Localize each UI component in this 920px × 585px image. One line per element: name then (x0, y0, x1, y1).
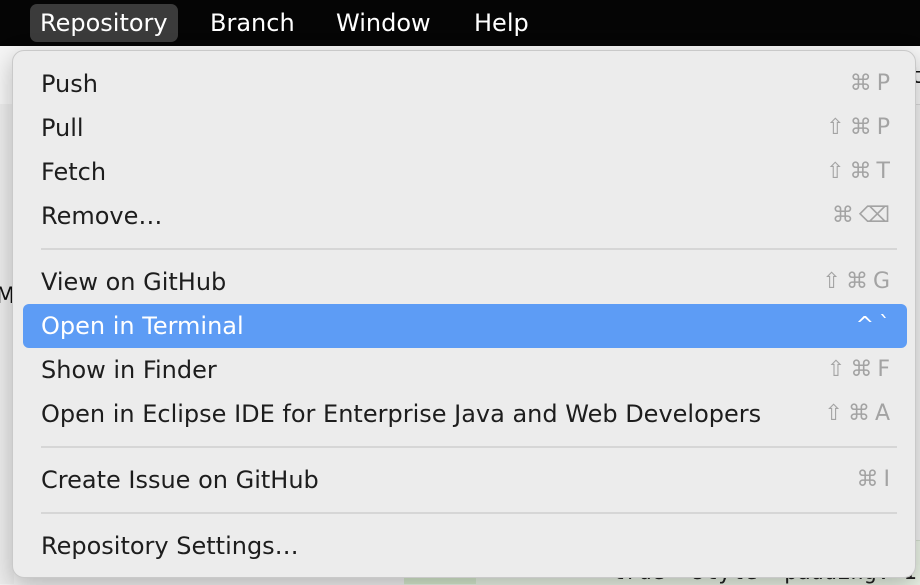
menu-item-push[interactable]: Push ⌘P (23, 62, 907, 106)
keyboard-shortcut: ⌘I (856, 467, 895, 492)
menu-item-label: Show in Finder (41, 356, 217, 384)
keyboard-shortcut: ⇧⌘A (824, 401, 895, 426)
menu-item-label: Open in Terminal (41, 312, 244, 340)
menu-item-label: Push (41, 70, 98, 98)
menu-item-label: Repository Settings… (41, 532, 299, 560)
menu-item-create-issue-on-github[interactable]: Create Issue on GitHub ⌘I (23, 458, 907, 502)
menubar-item-branch[interactable]: Branch (200, 4, 305, 42)
keyboard-shortcut: ⇧⌘G (822, 269, 895, 294)
keyboard-shortcut: ⇧⌘P (826, 115, 895, 140)
keyboard-shortcut: ⌘P (849, 71, 895, 96)
menu-item-label: Create Issue on GitHub (41, 466, 319, 494)
menu-item-fetch[interactable]: Fetch ⇧⌘T (23, 150, 907, 194)
menubar-item-repository[interactable]: Repository (30, 4, 178, 42)
menu-item-pull[interactable]: Pull ⇧⌘P (23, 106, 907, 150)
menu-item-label: Pull (41, 114, 84, 142)
menu-item-view-on-github[interactable]: View on GitHub ⇧⌘G (23, 260, 907, 304)
menu-separator (41, 512, 897, 514)
menu-item-show-in-finder[interactable]: Show in Finder ⇧⌘F (23, 348, 907, 392)
menu-item-label: Open in Eclipse IDE for Enterprise Java … (41, 400, 762, 428)
repository-menu: Push ⌘P Pull ⇧⌘P Fetch ⇧⌘T Remove… ⌘⌫ View on Gi… (12, 50, 916, 578)
menu-item-label: View on GitHub (41, 268, 227, 296)
menu-item-label: Fetch (41, 158, 107, 186)
menubar-item-window[interactable]: Window (326, 4, 441, 42)
menubar-item-help[interactable]: Help (464, 4, 539, 42)
menu-item-open-in-eclipse-ide-for-enterprise-java-and-web-developers[interactable]: Open in Eclipse IDE for Enterprise Java … (23, 392, 907, 436)
menu-item-repository-settings[interactable]: Repository Settings… (23, 524, 907, 568)
menu-item-label: Remove… (41, 202, 163, 230)
menu-separator (41, 248, 897, 250)
menu-bar: Repository Branch Window Help (0, 0, 920, 46)
menu-separator (41, 446, 897, 448)
keyboard-shortcut: ^` (855, 313, 895, 338)
keyboard-shortcut: ⇧⌘T (826, 159, 895, 184)
menu-item-remove[interactable]: Remove… ⌘⌫ (23, 194, 907, 238)
menu-item-open-in-terminal[interactable]: Open in Terminal ^` (23, 304, 907, 348)
keyboard-shortcut: ⇧⌘F (826, 357, 895, 382)
keyboard-shortcut: ⌘⌫ (831, 203, 895, 228)
